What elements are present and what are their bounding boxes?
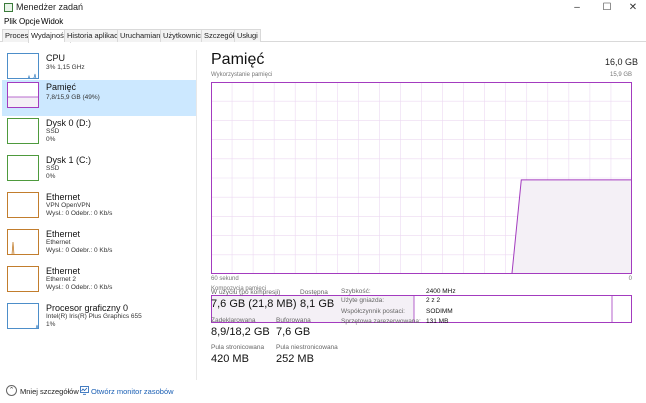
menu-options[interactable]: Opcje: [19, 17, 40, 26]
sidebar-item-subtitle: 7,8/15,9 GB (49%): [46, 94, 100, 101]
speed-value: 2400 MHz: [426, 288, 456, 295]
sidebar-item-title: Pamięć: [46, 82, 77, 92]
disk-1-thumbnail: [7, 155, 39, 181]
sidebar-item-title: Ethernet: [46, 192, 81, 202]
cached-label: Buforowana: [276, 317, 311, 324]
sidebar-item-detail: Wysł.: 0 Odebr.: 0 Kb/s: [46, 210, 113, 217]
task-manager-icon: [4, 3, 13, 12]
sidebar-item-title: Dysk 1 (C:): [46, 155, 91, 165]
tab-services[interactable]: Usługi: [234, 29, 261, 42]
usage-graph-max: 15,9 GB: [609, 72, 632, 78]
nonpaged-pool-label: Pula niestronicowana: [276, 344, 338, 351]
memory-usage-graph: [211, 82, 632, 274]
sidebar-item-detail: Wysł.: 0 Odebr.: 0 Kb/s: [46, 247, 113, 254]
sidebar-item-subtitle: SSD: [46, 128, 60, 135]
hardware-reserved-value: 131 MB: [426, 318, 449, 325]
title-bar: Menedżer zadań – ☐ ✕: [0, 0, 646, 16]
sidebar-item-ethernet-2[interactable]: Ethernet Ethernet 2 Wysł.: 0 Odebr.: 0 K…: [2, 264, 196, 300]
hardware-reserved-label: Sprzętowa zarezerwowana:: [341, 318, 421, 325]
sidebar-item-memory[interactable]: Pamięć 7,8/15,9 GB (49%): [2, 80, 196, 116]
window-title: Menedżer zadań: [16, 2, 84, 12]
sidebar-item-gpu[interactable]: Procesor graficzny 0 Intel(R) Iris(R) Pl…: [2, 301, 196, 337]
ethernet-thumbnail: [7, 229, 39, 255]
speed-label: Szybkość:: [341, 288, 371, 295]
sidebar-item-title: Dysk 0 (D:): [46, 118, 91, 128]
slots-value: 2 z 2: [426, 297, 441, 304]
form-factor-value: SODIMM: [426, 308, 453, 315]
in-use-value: 7,6 GB (21,8 MB): [211, 298, 297, 310]
ethernet-vpn-thumbnail: [7, 192, 39, 218]
sidebar-item-detail: Wysł.: 0 Odebr.: 0 Kb/s: [46, 284, 113, 291]
cpu-thumbnail: [7, 53, 39, 79]
menu-view[interactable]: Widok: [41, 17, 63, 26]
sidebar-item-subtitle: 3% 1,15 GHz: [46, 64, 85, 71]
minimize-button[interactable]: –: [562, 1, 592, 15]
sidebar-item-subtitle: Ethernet: [46, 239, 71, 246]
sidebar-item-detail: 0%: [46, 136, 56, 143]
sidebar-item-disk-0[interactable]: Dysk 0 (D:) SSD 0%: [2, 116, 196, 152]
sidebar-item-subtitle: Ethernet 2: [46, 276, 76, 283]
memory-usage-area: [512, 179, 631, 273]
form-factor-label: Współczynnik postaci:: [341, 308, 405, 315]
committed-label: Zadeklarowana: [211, 317, 256, 324]
available-value: 8,1 GB: [300, 298, 335, 310]
ethernet-2-thumbnail: [7, 266, 39, 292]
sidebar-item-subtitle: SSD: [46, 165, 60, 172]
sidebar-item-ethernet-vpn[interactable]: Ethernet VPN OpenVPN Wysł.: 0 Odebr.: 0 …: [2, 190, 196, 226]
sidebar-item-title: CPU: [46, 53, 66, 63]
close-button[interactable]: ✕: [618, 1, 646, 15]
open-resource-monitor-link[interactable]: Otwórz monitor zasobów: [91, 387, 174, 396]
in-use-label: W użyciu (po kompresji): [211, 289, 281, 296]
disk-0-thumbnail: [7, 118, 39, 144]
nonpaged-pool-value: 252 MB: [276, 353, 314, 365]
menu-bar: Plik Opcje Widok: [0, 16, 646, 28]
sidebar-item-disk-1[interactable]: Dysk 1 (C:) SSD 0%: [2, 153, 196, 189]
sidebar-item-detail: 0%: [46, 173, 56, 180]
sidebar-item-ethernet[interactable]: Ethernet Ethernet Wysł.: 0 Odebr.: 0 Kb/…: [2, 227, 196, 263]
paged-pool-label: Pula stronicowana: [211, 344, 265, 351]
time-span-label: 60 sekund: [211, 276, 239, 282]
available-label: Dostępna: [300, 289, 328, 296]
memory-thumbnail: [7, 82, 39, 108]
cached-value: 7,6 GB: [276, 326, 311, 338]
sidebar-item-title: Ethernet: [46, 266, 81, 276]
gpu-thumbnail: [7, 303, 39, 329]
menu-file[interactable]: Plik: [4, 17, 17, 26]
tab-bar: Procesy Wydajność Historia aplikacji Uru…: [0, 29, 646, 43]
paged-pool-value: 420 MB: [211, 353, 249, 365]
sidebar-item-title: Procesor graficzny 0: [46, 303, 129, 313]
page-title: Pamięć: [211, 51, 265, 68]
committed-value: 8,9/18,2 GB: [211, 326, 270, 338]
resource-monitor-icon: [80, 386, 89, 395]
fewer-details-link[interactable]: Mniej szczegółów: [20, 387, 79, 396]
usage-graph-label: Wykorzystanie pamięci: [211, 72, 273, 78]
memory-capacity: 16,0 GB: [604, 57, 638, 67]
memory-panel: Pamięć 16,0 GB Wykorzystanie pamięci 15,…: [197, 50, 646, 380]
sidebar-item-subtitle: VPN OpenVPN: [46, 202, 91, 209]
sidebar-item-detail: 1%: [46, 321, 56, 328]
tab-app-history[interactable]: Historia aplikacji: [64, 29, 125, 42]
sidebar-item-subtitle: Intel(R) Iris(R) Plus Graphics 655: [46, 313, 142, 320]
time-zero-label: 0: [628, 276, 632, 282]
resource-sidebar: CPU 3% 1,15 GHz Pamięć 7,8/15,9 GB (49%)…: [0, 50, 197, 380]
sidebar-item-title: Ethernet: [46, 229, 81, 239]
footer: ⌃ Mniej szczegółów Otwórz monitor zasobó…: [0, 380, 646, 403]
chevron-up-icon[interactable]: ⌃: [6, 385, 17, 396]
slots-label: Użyte gniazda:: [341, 297, 384, 304]
